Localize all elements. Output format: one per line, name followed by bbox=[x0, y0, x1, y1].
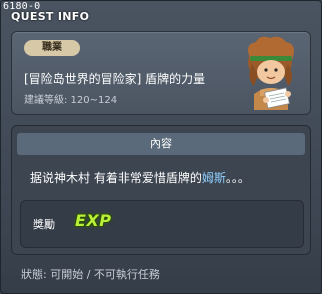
content-header: 內容 bbox=[17, 133, 305, 155]
content-text-before: 据说神木村 有着非常爱惜盾牌的 bbox=[30, 171, 202, 185]
exp-reward-icon: EXP bbox=[75, 211, 112, 230]
reward-box: 獎勵 EXP bbox=[20, 200, 304, 248]
quest-info-window: 6180-0 QUEST INFO 職業 [冒险岛世界的冒险家] 盾牌的力量 建… bbox=[0, 0, 322, 294]
content-panel: 內容 据说神木村 有着非常爱惜盾牌的姆斯。。。 獎勵 EXP bbox=[11, 125, 311, 255]
window-title: QUEST INFO bbox=[11, 10, 90, 23]
recommended-level: 建議等級: 120~124 bbox=[24, 95, 118, 106]
quest-status: 狀態: 可開始 / 不可執行任務 bbox=[21, 268, 160, 281]
job-badge: 職業 bbox=[24, 40, 80, 56]
quest-info-panel: 職業 [冒险岛世界的冒险家] 盾牌的力量 建議等級: 120~124 bbox=[11, 31, 311, 115]
content-text: 据说神木村 有着非常爱惜盾牌的姆斯。。。 bbox=[30, 169, 250, 186]
npc-portrait-icon bbox=[248, 36, 294, 110]
content-text-after: 。。。 bbox=[225, 171, 250, 185]
npc-name-link[interactable]: 姆斯 bbox=[202, 171, 226, 185]
reward-label: 獎勵 bbox=[33, 218, 55, 231]
quest-name: [冒险岛世界的冒险家] 盾牌的力量 bbox=[24, 72, 206, 86]
